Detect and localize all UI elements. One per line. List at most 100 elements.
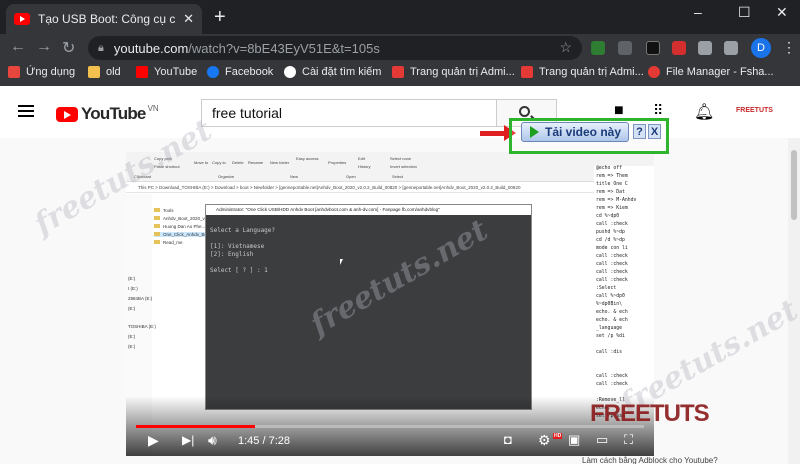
apps-grid-icon[interactable]: ⠿ [653, 102, 663, 119]
download-label: Tải video này [545, 125, 622, 139]
progress-played [136, 425, 255, 428]
play-icon[interactable]: ▶ [148, 432, 159, 449]
script-line: cd /d %~dp [596, 238, 625, 243]
ribbon-label: Copy to [212, 160, 226, 165]
forward-arrow-icon[interactable]: → [36, 38, 52, 56]
file-name: Huong Dan Ao Phe... [163, 224, 206, 229]
youtube-logo[interactable]: YouTube VN [56, 104, 159, 124]
volume-icon[interactable]: 🔊︎ [208, 432, 217, 449]
console-line: [1]: Vietnamese [210, 243, 265, 250]
flag-icon [392, 66, 404, 78]
bookmark-youtube[interactable]: YouTube [136, 66, 197, 78]
script-line: call :dis [596, 350, 622, 355]
facebook-icon [207, 66, 219, 78]
download-help-button[interactable]: ? [633, 124, 646, 139]
script-line: call :check [596, 254, 628, 259]
window-close-button[interactable]: ✕ [776, 4, 788, 21]
folder-icon [154, 240, 160, 244]
url-path: /watch?v=8bE43EyV51E&t=105s [188, 40, 380, 56]
download-video-button[interactable]: Tải video này [521, 122, 629, 142]
extension-dark-icon[interactable] [646, 41, 660, 55]
next-icon[interactable]: ▶| [182, 433, 194, 447]
ribbon-group-label: New [290, 174, 299, 179]
maximize-button[interactable]: ☐ [738, 4, 751, 21]
folder-icon [154, 232, 160, 236]
bookmark-admin-1[interactable]: Trang quản trị Admi... [392, 66, 515, 78]
bookmark-label: Cài đặt tìm kiếm [302, 66, 382, 78]
bookmark-label: File Manager - Fsha... [666, 66, 774, 78]
minimize-button[interactable]: – [694, 4, 702, 20]
miniplayer-icon[interactable]: ▣ [568, 432, 580, 448]
youtube-icon [136, 66, 148, 78]
console-title: Administrator: "One Click USB/HDD Anhdv … [206, 205, 531, 215]
script-line: call :check [596, 278, 628, 283]
new-tab-button[interactable]: + [214, 6, 226, 29]
hamburger-menu-icon[interactable] [18, 105, 34, 117]
profile-avatar[interactable]: D [751, 38, 771, 58]
extension-red-icon[interactable] [672, 41, 686, 55]
camera-icon[interactable] [618, 41, 632, 55]
video-player[interactable]: Copy path Paste shortcut Move to Copy to… [126, 152, 654, 456]
bookmark-facebook[interactable]: Facebook [207, 66, 273, 78]
lock-icon: 🔒︎ [98, 41, 104, 54]
tab-strip: Tạo USB Boot: Công cụ cứu hộ Wi ✕ + – ☐ … [0, 0, 800, 34]
autoplay-camera-icon[interactable]: ◘ [504, 432, 512, 447]
download-close-button[interactable]: X [648, 124, 661, 139]
script-line: set /p %di [596, 334, 625, 339]
bookmark-apps[interactable]: Ứng dụng [8, 66, 75, 78]
nav-item: TOSHIBA (E:) [128, 324, 156, 329]
bookmark-admin-2[interactable]: Trang quản trị Admi... [521, 66, 644, 78]
script-line: :Select [596, 286, 617, 291]
ribbon-label: New folder [270, 160, 290, 165]
script-line: call :check [596, 222, 628, 227]
extension-green-icon[interactable] [591, 41, 605, 55]
address-bar[interactable]: 🔒︎ youtube.com /watch?v=8bE43EyV51E&t=10… [88, 36, 582, 60]
fullscreen-icon[interactable]: ⛶ [624, 432, 633, 448]
toolbar: ← → ↻ 🔒︎ youtube.com /watch?v=8bE43EyV51… [0, 34, 800, 62]
back-arrow-icon[interactable]: ← [10, 38, 26, 56]
google-icon [284, 66, 296, 78]
puzzle-icon[interactable] [698, 41, 712, 55]
script-line: echo. & ech [596, 310, 628, 315]
bookmark-file-manager[interactable]: File Manager - Fsha... [648, 66, 774, 78]
channel-avatar[interactable]: FREETUTS [736, 107, 773, 114]
script-line: call :check [596, 262, 628, 267]
browser-tab[interactable]: Tạo USB Boot: Công cụ cứu hộ Wi ✕ [6, 4, 202, 34]
script-line: echo. & ech [596, 318, 628, 323]
file-row: Tools [154, 208, 174, 213]
bookmark-search-settings[interactable]: Cài đặt tìm kiếm [284, 66, 381, 78]
scrollbar-thumb[interactable] [791, 150, 797, 220]
search-icon [519, 106, 530, 117]
ribbon-group-label: Organize [218, 174, 235, 179]
script-line: %~dp0Bin\ [596, 302, 622, 307]
notifications-bell-icon[interactable]: 🔔︎ [694, 102, 714, 122]
hd-badge: HD [553, 433, 563, 439]
youtube-play-logo-icon [56, 106, 78, 122]
file-name: One_Click_Anhdv_Bo... [163, 232, 211, 237]
script-line: rem => Dat [596, 190, 625, 195]
file-row: Huong Dan Ao Phe... [154, 224, 205, 229]
bookmark-label: Facebook [225, 66, 274, 78]
bookmark-old[interactable]: old [88, 66, 121, 78]
bookmark-label: old [106, 66, 121, 78]
script-line: @echo off [596, 166, 622, 171]
mouse-cursor-icon [340, 259, 343, 265]
bookmark-label: YouTube [154, 66, 198, 78]
file-name: Anhdv_Boot_2020_v... [163, 216, 209, 221]
settings-gear-icon[interactable]: ⚙ [538, 432, 551, 449]
youtube-favicon-icon [14, 13, 30, 25]
media-queue-icon[interactable] [724, 41, 738, 55]
bookmark-label: Ứng dụng [26, 66, 76, 78]
ribbon-label: Rename [248, 160, 264, 165]
time-display: 1:45 / 7:28 [238, 435, 290, 447]
menu-kebab-icon[interactable]: ⋮ [782, 39, 796, 56]
ribbon-label: Move to [194, 160, 209, 165]
bookmark-star-icon[interactable]: ☆ [559, 39, 572, 56]
apps-grid-icon [8, 66, 20, 78]
tab-close-icon[interactable]: ✕ [183, 11, 194, 27]
freetuts-logo: FREETUTS [590, 400, 710, 427]
youtube-wordmark: YouTube [81, 104, 146, 123]
theater-mode-icon[interactable]: ▭ [596, 432, 608, 448]
search-input[interactable]: free tutorial [201, 99, 497, 127]
reload-icon[interactable]: ↻ [62, 38, 75, 58]
